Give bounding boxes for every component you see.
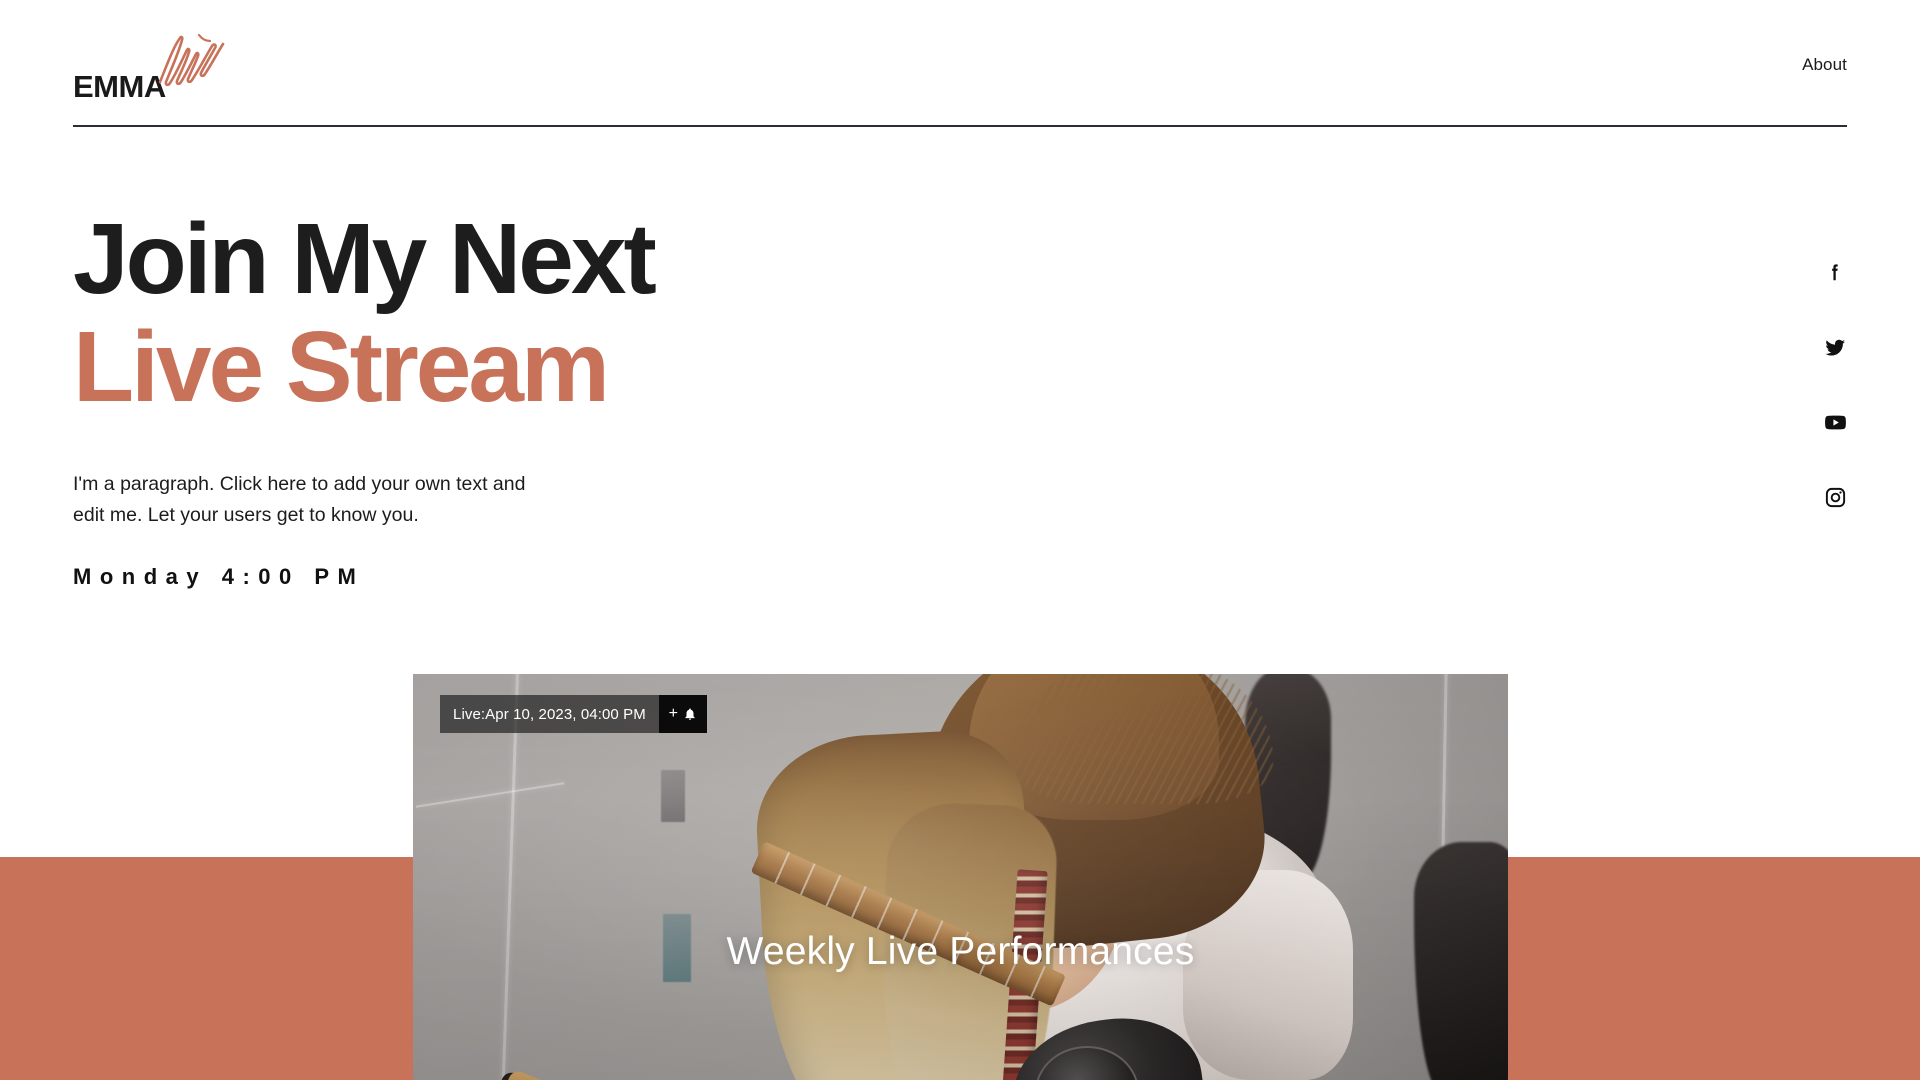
- plus-icon: +: [668, 705, 678, 722]
- hero-title-line-1: Join My Next: [73, 203, 657, 315]
- live-reminder-button[interactable]: +: [658, 695, 707, 733]
- site-header: EMMA About: [0, 0, 1920, 127]
- page-root: EMMA About Join My Next Live Stream I'm …: [0, 0, 1920, 1080]
- logo-script-live: [154, 32, 226, 88]
- header-divider: [73, 125, 1847, 127]
- bell-icon: [683, 706, 697, 722]
- video-thumbnail-image: [413, 674, 1508, 1080]
- live-schedule-badge: Live:Apr 10, 2023, 04:00 PM +: [440, 695, 707, 733]
- nav-link-about[interactable]: About: [1802, 55, 1847, 75]
- hero-schedule-text: Monday 4:00 PM: [73, 564, 365, 589]
- site-logo[interactable]: EMMA: [73, 30, 238, 102]
- hero-section: Join My Next Live Stream I'm a paragraph…: [73, 205, 973, 590]
- hero-title-line-2: Live Stream: [73, 311, 610, 423]
- social-rail: [1812, 258, 1858, 511]
- twitter-icon[interactable]: [1821, 333, 1849, 361]
- hero-paragraph: I'm a paragraph. Click here to add your …: [73, 473, 526, 526]
- live-stream-video-card[interactable]: Live:Apr 10, 2023, 04:00 PM + Weekly Liv…: [413, 674, 1508, 1080]
- logo-wordmark: EMMA: [73, 69, 166, 104]
- youtube-icon[interactable]: [1821, 408, 1849, 436]
- live-badge-label: Live:Apr 10, 2023, 04:00 PM: [440, 695, 659, 733]
- page-title: Join My Next Live Stream: [73, 205, 973, 421]
- facebook-icon[interactable]: [1821, 258, 1849, 286]
- header-navigation: About: [1802, 55, 1847, 75]
- instagram-icon[interactable]: [1821, 483, 1849, 511]
